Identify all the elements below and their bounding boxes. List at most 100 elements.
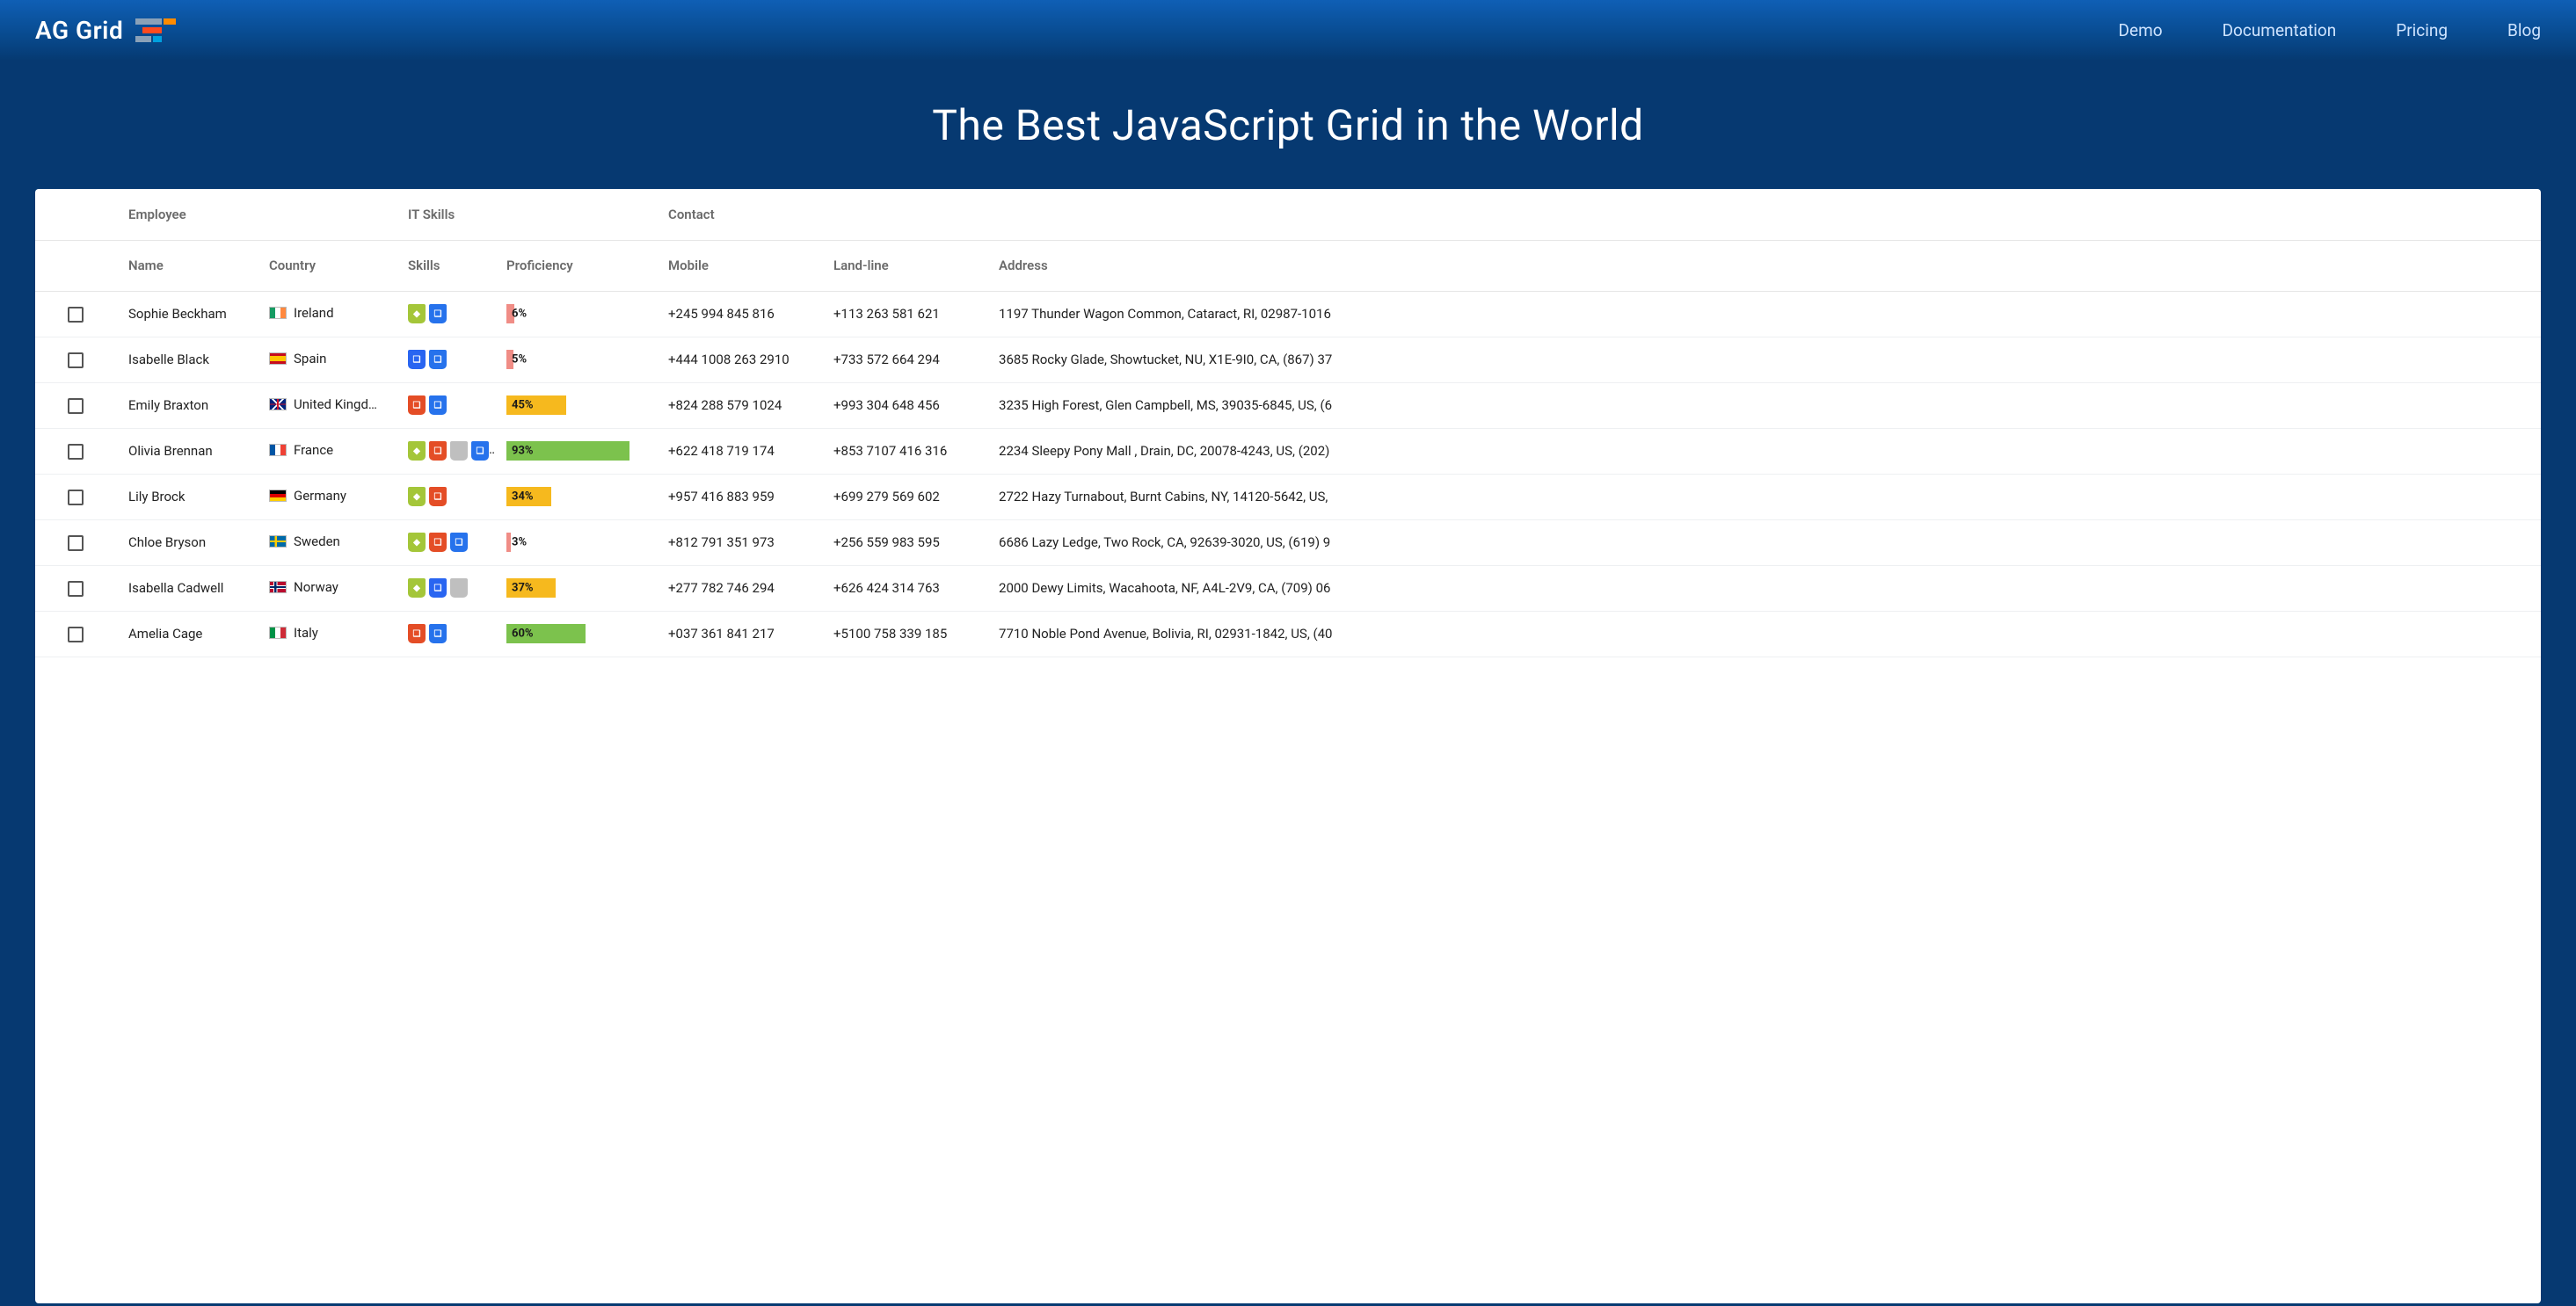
brand-logo[interactable]: AG Grid [35, 16, 178, 45]
table-row[interactable]: Isabella CadwellNorway◆❏37%+277 782 746 … [35, 565, 2541, 611]
mac-icon [450, 578, 468, 598]
cell-country: France [257, 428, 396, 474]
cell-name: Lily Brock [116, 474, 257, 519]
cell-landline: +853 7107 416 316 [821, 428, 986, 474]
table-row[interactable]: Lily BrockGermany◆❏34%+957 416 883 959+6… [35, 474, 2541, 519]
cell-address: 3685 Rocky Glade, Showtucket, NU, X1E-9I… [986, 337, 2541, 382]
table-row[interactable]: Sophie BeckhamIreland◆❏6%+245 994 845 81… [35, 291, 2541, 337]
cell-country: Italy [257, 611, 396, 657]
column-header-address[interactable]: Address [986, 240, 2541, 291]
css-icon: ❏ [429, 578, 447, 598]
proficiency-bar: 93% [506, 441, 638, 461]
cell-landline: +699 279 569 602 [821, 474, 986, 519]
nav-blog[interactable]: Blog [2507, 20, 2541, 40]
cell-country: Ireland [257, 291, 396, 337]
cell-landline: +113 263 581 621 [821, 291, 986, 337]
site-nav: Demo Documentation Pricing Blog [2119, 20, 2541, 40]
row-checkbox[interactable] [68, 398, 84, 414]
brand-mark-icon [135, 17, 178, 43]
html5-icon: ❏ [408, 624, 426, 643]
table-row[interactable]: Emily BraxtonUnited Kingd…❏❏45%+824 288 … [35, 382, 2541, 428]
cell-landline: +256 559 983 595 [821, 519, 986, 565]
table-row[interactable]: Isabelle BlackSpain❏❏5%+444 1008 263 291… [35, 337, 2541, 382]
cell-country: Germany [257, 474, 396, 519]
proficiency-value: 37% [512, 582, 534, 595]
column-group-row: Employee IT Skills Contact [35, 189, 2541, 240]
column-group-contact[interactable]: Contact [656, 189, 2541, 240]
country-name: France [294, 442, 333, 458]
html5-icon: ❏ [408, 395, 426, 415]
country-name: Norway [294, 579, 338, 595]
cell-mobile: +957 416 883 959 [656, 474, 821, 519]
cell-skills: ◆❏❏ [396, 519, 494, 565]
row-checkbox[interactable] [68, 627, 84, 642]
nav-pricing[interactable]: Pricing [2396, 20, 2448, 40]
mac-icon [450, 441, 468, 461]
html5-icon: ❏ [429, 487, 447, 506]
cell-proficiency: 3% [494, 519, 656, 565]
cell-mobile: +037 361 841 217 [656, 611, 821, 657]
cell-proficiency: 34% [494, 474, 656, 519]
cell-address: 6686 Lazy Ledge, Two Rock, CA, 92639-302… [986, 519, 2541, 565]
hero: The Best JavaScript Grid in the World [0, 60, 2576, 189]
country-name: Germany [294, 488, 346, 504]
column-header-checkbox[interactable] [35, 240, 116, 291]
html5-icon: ❏ [429, 441, 447, 461]
windows-icon: ❏ [450, 533, 468, 552]
row-checkbox-cell [35, 565, 116, 611]
column-header-mobile[interactable]: Mobile [656, 240, 821, 291]
column-header-name[interactable]: Name [116, 240, 257, 291]
cell-country: United Kingd… [257, 382, 396, 428]
column-header-country[interactable]: Country [257, 240, 396, 291]
spain-flag-icon [269, 352, 287, 365]
row-checkbox[interactable] [68, 490, 84, 505]
cell-name: Olivia Brennan [116, 428, 257, 474]
row-checkbox-cell [35, 382, 116, 428]
windows-icon: ❏ [429, 624, 447, 643]
column-header-landline[interactable]: Land-line [821, 240, 986, 291]
row-checkbox[interactable] [68, 444, 84, 460]
row-checkbox[interactable] [68, 535, 84, 551]
cell-name: Sophie Beckham [116, 291, 257, 337]
row-checkbox[interactable] [68, 352, 84, 368]
grid-scroll[interactable]: Employee IT Skills Contact Name Country … [35, 189, 2541, 1303]
table-row[interactable]: Amelia CageItaly❏❏60%+037 361 841 217+51… [35, 611, 2541, 657]
nav-demo[interactable]: Demo [2119, 20, 2163, 40]
column-header-skills[interactable]: Skills [396, 240, 494, 291]
cell-name: Emily Braxton [116, 382, 257, 428]
proficiency-bar: 34% [506, 487, 638, 506]
cell-mobile: +824 288 579 1024 [656, 382, 821, 428]
hero-title: The Best JavaScript Grid in the World [0, 100, 2576, 150]
row-checkbox[interactable] [68, 307, 84, 323]
proficiency-value: 93% [512, 445, 534, 458]
country-name: Ireland [294, 305, 334, 321]
proficiency-bar: 6% [506, 304, 638, 323]
column-group-it-skills[interactable]: IT Skills [396, 189, 656, 240]
column-header-proficiency[interactable]: Proficiency [494, 240, 656, 291]
column-header-row: Name Country Skills Proficiency Mobile L… [35, 240, 2541, 291]
cell-mobile: +622 418 719 174 [656, 428, 821, 474]
cell-country: Spain [257, 337, 396, 382]
cell-mobile: +444 1008 263 2910 [656, 337, 821, 382]
cell-address: 1197 Thunder Wagon Common, Cataract, RI,… [986, 291, 2541, 337]
cell-name: Chloe Bryson [116, 519, 257, 565]
proficiency-value: 3% [512, 536, 527, 549]
ireland-flag-icon [269, 307, 287, 319]
column-group-employee[interactable]: Employee [116, 189, 396, 240]
proficiency-value: 6% [512, 308, 527, 321]
france-flag-icon [269, 444, 287, 456]
cell-skills: ❏❏ [396, 611, 494, 657]
brand-name: AG Grid [35, 16, 123, 45]
cell-proficiency: 45% [494, 382, 656, 428]
android-icon: ◆ [408, 441, 426, 461]
cell-name: Isabella Cadwell [116, 565, 257, 611]
nav-docs[interactable]: Documentation [2223, 20, 2337, 40]
table-row[interactable]: Chloe BrysonSweden◆❏❏3%+812 791 351 973+… [35, 519, 2541, 565]
cell-address: 2000 Dewy Limits, Wacahoota, NF, A4L-2V9… [986, 565, 2541, 611]
country-name: United Kingd… [294, 396, 377, 412]
cell-country: Sweden [257, 519, 396, 565]
table-row[interactable]: Olivia BrennanFrance◆❏❏93%+622 418 719 1… [35, 428, 2541, 474]
germany-flag-icon [269, 490, 287, 502]
windows-icon: ❏ [471, 441, 489, 461]
row-checkbox[interactable] [68, 581, 84, 597]
